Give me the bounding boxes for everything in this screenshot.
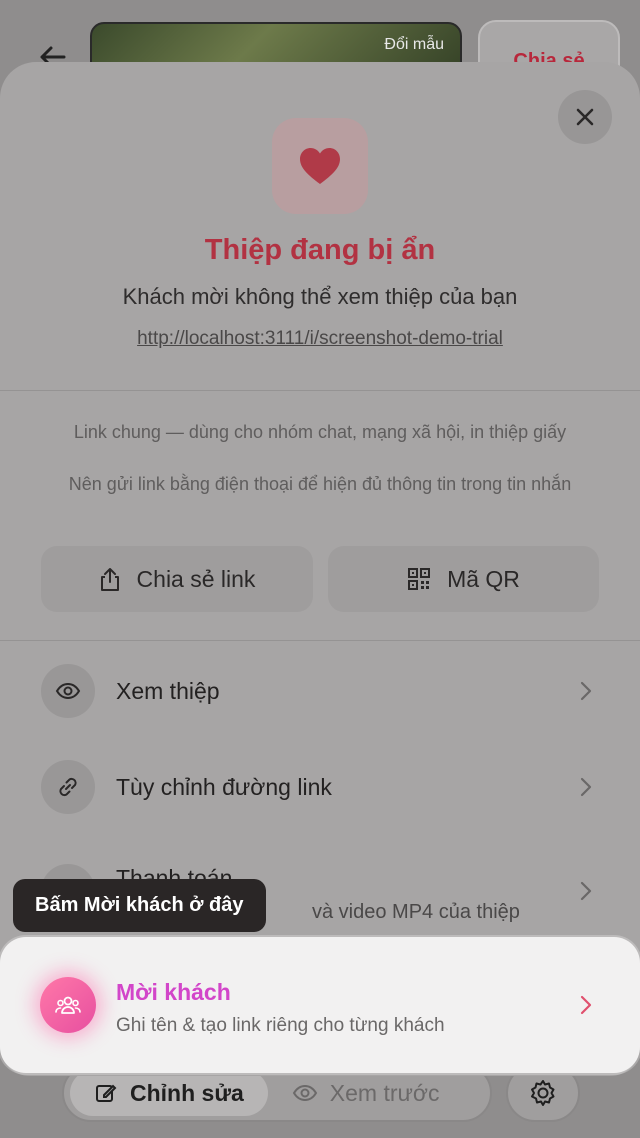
chevron-right-icon [580, 995, 592, 1015]
invite-guests-title: Mời khách [116, 979, 231, 1005]
change-template-label: Đổi mẫu [384, 36, 444, 53]
menu-item-view-card[interactable]: Xem thiệp [0, 651, 640, 731]
preview-button[interactable]: Xem trước [268, 1070, 464, 1116]
chevron-right-icon [580, 681, 592, 701]
invite-guests-item[interactable]: Mời khách Ghi tên & tạo link riêng cho t… [0, 937, 640, 1073]
divider [0, 640, 640, 641]
guests-icon [40, 977, 96, 1033]
card-url-link[interactable]: http://localhost:3111/i/screenshot-demo-… [0, 328, 640, 350]
edit-button[interactable]: Chỉnh sửa [70, 1070, 268, 1116]
divider [0, 390, 640, 391]
pencil-icon [96, 1084, 117, 1102]
preview-label: Xem trước [329, 1079, 440, 1106]
share-link-button[interactable]: Chia sẻ link [41, 546, 313, 612]
gear-icon [531, 1080, 555, 1106]
menu-item-label: Xem thiệp [116, 677, 220, 704]
close-button[interactable] [558, 90, 612, 144]
info-text-general-link: Link chung — dùng cho nhóm chat, mạng xã… [73, 422, 567, 442]
qr-code-button[interactable]: Mã QR [328, 546, 599, 612]
info-text-phone-tip: Nên gửi link bằng điện thoại để hiện đủ … [68, 474, 572, 494]
share-link-label: Chia sẻ link [136, 565, 256, 592]
link-icon [41, 760, 95, 814]
close-icon [576, 108, 594, 126]
heart-icon [300, 148, 340, 184]
chevron-right-icon [580, 881, 592, 901]
edit-label: Chỉnh sửa [130, 1079, 244, 1106]
menu-item-label: Tùy chỉnh đường link [116, 773, 332, 800]
share-icon [100, 568, 119, 591]
sheet-title: Thiệp đang bị ẩn [204, 234, 436, 266]
menu-item-sublabel: và video MP4 của thiệp [312, 901, 520, 923]
onboarding-tooltip: Bấm Mời khách ở đây [13, 879, 266, 932]
eye-icon [292, 1084, 317, 1102]
eye-icon [41, 664, 95, 718]
qr-code-label: Mã QR [447, 565, 520, 592]
sheet-subtitle: Khách mời không thể xem thiệp của bạn [122, 284, 518, 309]
menu-item-customize-link[interactable]: Tùy chỉnh đường link [0, 747, 640, 827]
qr-code-icon [408, 568, 431, 590]
chevron-right-icon [580, 777, 592, 797]
hidden-card-icon-box [272, 118, 368, 214]
invite-guests-subtitle: Ghi tên & tạo link riêng cho từng khách [116, 1015, 445, 1036]
